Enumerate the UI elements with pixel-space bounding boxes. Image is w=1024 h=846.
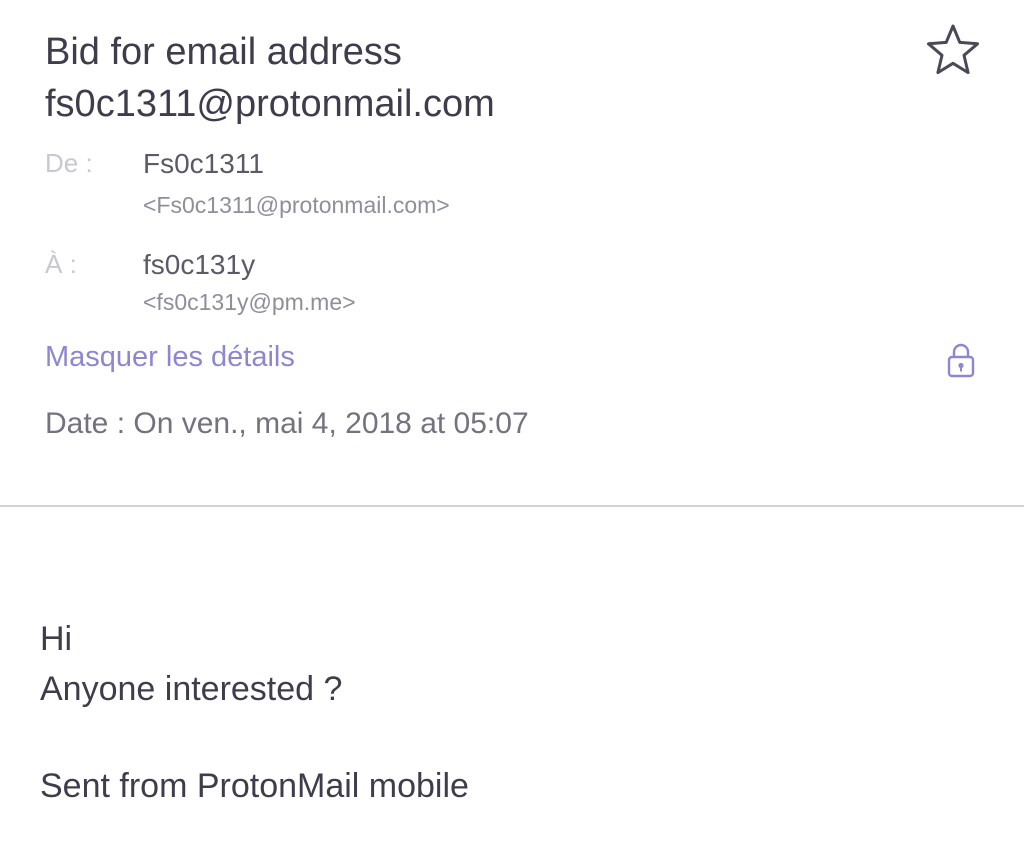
body-line-greeting: Hi xyxy=(40,620,73,658)
lock-icon[interactable] xyxy=(945,342,977,380)
to-label: À : xyxy=(45,249,77,279)
star-icon[interactable] xyxy=(924,22,982,80)
subject-line-2: fs0c1311@protonmail.com xyxy=(45,83,495,125)
email-view: Bid for email address fs0c1311@protonmai… xyxy=(0,0,1024,846)
from-label: De : xyxy=(45,148,93,178)
email-subject: Bid for email address fs0c1311@protonmai… xyxy=(45,26,895,130)
recipient-address[interactable]: <fs0c131y@pm.me> xyxy=(143,289,356,316)
sender-address[interactable]: <Fs0c1311@protonmail.com> xyxy=(143,192,450,219)
sender-name[interactable]: Fs0c1311 xyxy=(143,148,264,180)
email-date: Date : On ven., mai 4, 2018 at 05:07 xyxy=(45,407,529,440)
header-divider xyxy=(0,505,1024,507)
subject-line-1: Bid for email address xyxy=(45,31,402,73)
body-signature: Sent from ProtonMail mobile xyxy=(40,767,469,805)
email-header: Bid for email address fs0c1311@protonmai… xyxy=(0,0,1024,506)
recipient-name[interactable]: fs0c131y xyxy=(143,249,255,281)
body-line-question: Anyone interested ? xyxy=(40,670,343,708)
hide-details-link[interactable]: Masquer les détails xyxy=(45,341,295,374)
